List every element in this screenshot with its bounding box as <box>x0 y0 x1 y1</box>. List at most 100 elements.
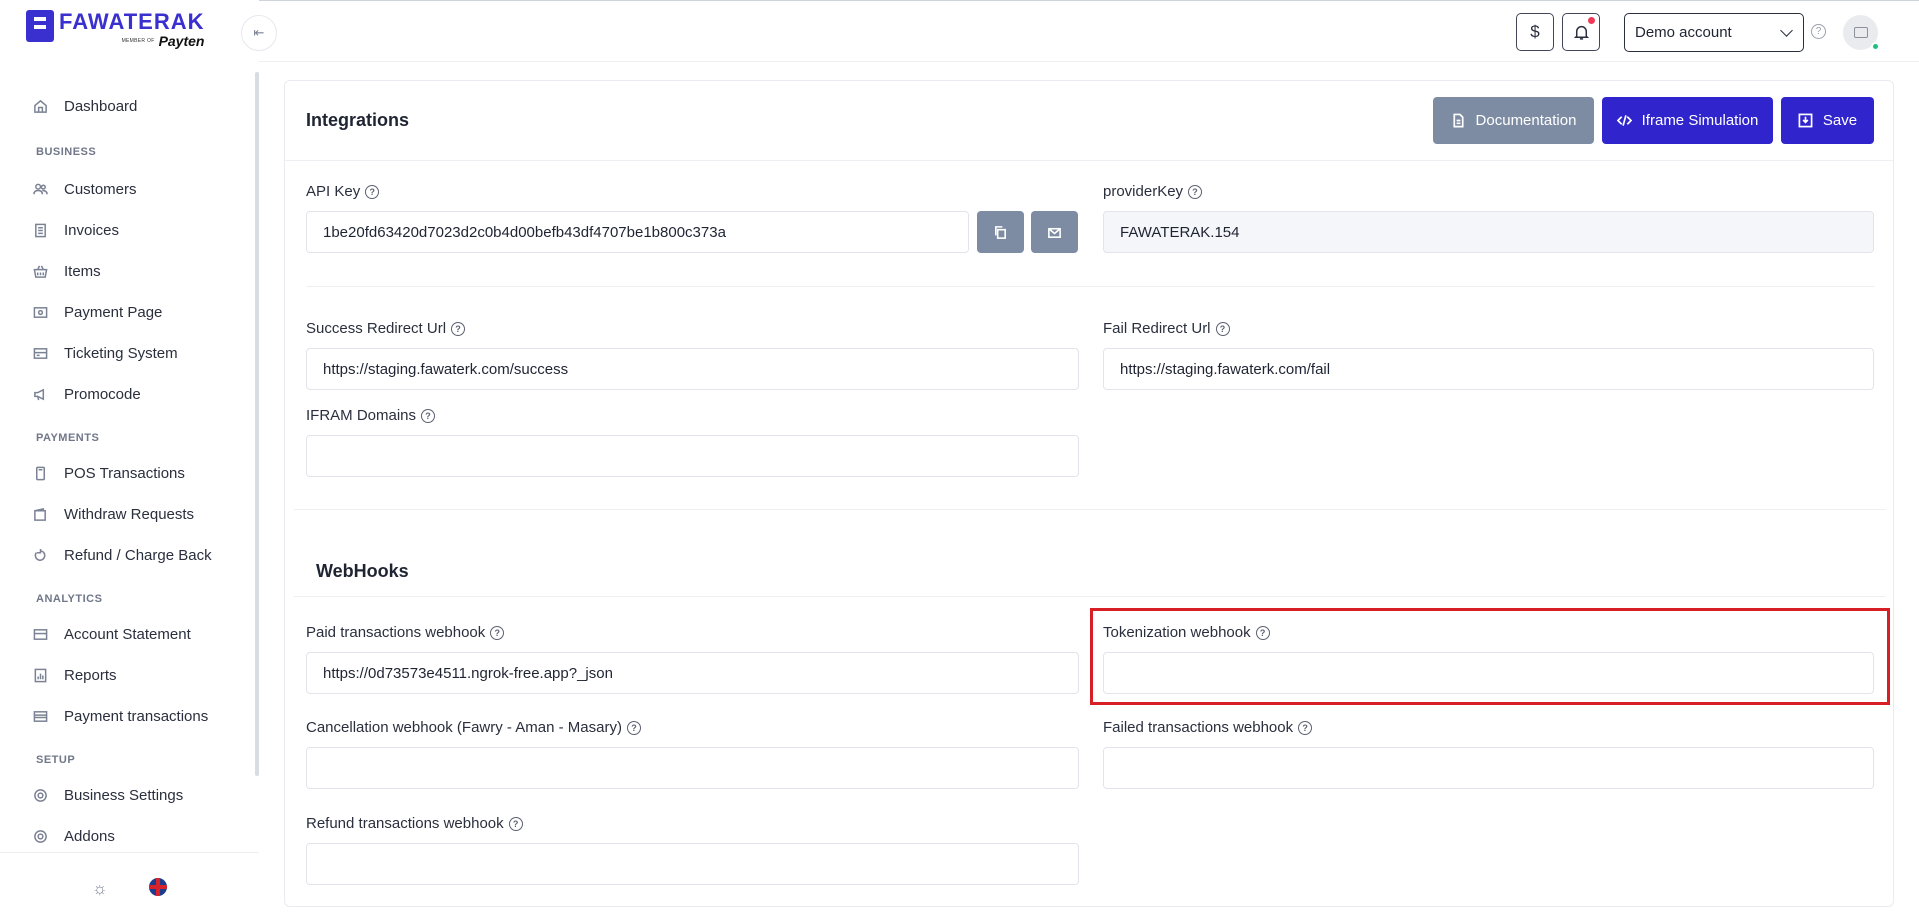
ticket-icon <box>30 343 50 363</box>
statement-icon <box>30 624 50 644</box>
integrations-card: Integrations Documentation Iframe Simula… <box>284 80 1894 907</box>
sidebar-item-label: Addons <box>64 827 115 845</box>
success-url-field[interactable]: https://staging.fawaterk.com/success <box>306 348 1079 390</box>
sidebar-item-customers[interactable]: Customers <box>30 177 137 201</box>
fawaterak-logo[interactable]: FAWATERAK MEMBER OF Payten <box>26 10 204 49</box>
help-icon[interactable]: ? <box>1298 720 1313 735</box>
brand-member-of: MEMBER OF <box>121 38 155 44</box>
theme-toggle-sun-icon[interactable]: ☼ <box>92 879 108 899</box>
sidebar-item-label: Customers <box>64 180 137 198</box>
notification-dot <box>1588 17 1595 24</box>
divider <box>294 596 1886 597</box>
avatar[interactable] <box>1843 15 1880 51</box>
section-business: BUSINESS <box>36 146 97 158</box>
sidebar-item-addons[interactable]: Addons <box>30 824 115 848</box>
sidebar-item-business-settings[interactable]: Business Settings <box>30 783 183 807</box>
documentation-label: Documentation <box>1475 112 1577 129</box>
cancellation-webhook-field[interactable] <box>306 747 1079 789</box>
success-url-label: Success Redirect Url? <box>306 320 466 337</box>
help-icon[interactable]: ? <box>365 184 380 199</box>
help-icon[interactable]: ? <box>451 321 466 336</box>
envelope-icon <box>1048 227 1061 238</box>
sidebar: FAWATERAK MEMBER OF Payten Dashboard BUS… <box>0 0 259 920</box>
sidebar-item-payment-page[interactable]: Payment Page <box>30 300 162 324</box>
brand-partner: Payten <box>158 33 205 49</box>
basket-icon <box>30 261 50 281</box>
failed-webhook-field[interactable] <box>1103 747 1874 789</box>
chevron-down-icon <box>1780 24 1793 37</box>
sidebar-item-label: Refund / Charge Back <box>64 546 212 564</box>
tokenization-highlight-box <box>1090 608 1890 705</box>
reports-icon <box>30 665 50 685</box>
page-title: Integrations <box>306 110 410 130</box>
section-setup: SETUP <box>36 754 76 766</box>
account-select-value: Demo account <box>1635 24 1732 41</box>
notifications-button[interactable] <box>1562 13 1600 51</box>
sidebar-item-invoices[interactable]: Invoices <box>30 218 119 242</box>
sidebar-item-ticketing[interactable]: Ticketing System <box>30 341 178 365</box>
save-button[interactable]: Save <box>1781 97 1874 144</box>
sidebar-item-label: Payment Page <box>64 303 163 321</box>
refund-webhook-field[interactable] <box>306 843 1079 885</box>
sidebar-item-reports[interactable]: Reports <box>30 663 117 687</box>
iframe-simulation-button[interactable]: Iframe Simulation <box>1602 97 1773 144</box>
paid-webhook-field[interactable]: https://0d73573e4511.ngrok-free.app?_jso… <box>306 652 1079 694</box>
language-flag-uk-icon[interactable] <box>149 878 167 896</box>
brand-name: FAWATERAK <box>59 9 205 34</box>
iframe-domains-field[interactable] <box>306 435 1079 477</box>
sidebar-item-label: Items <box>64 262 101 280</box>
sidebar-item-label: Withdraw Requests <box>64 505 195 523</box>
section-payments: PAYMENTS <box>36 432 100 444</box>
collapse-arrow-icon: ⇤ <box>253 25 265 40</box>
logo-mark-icon <box>26 10 54 42</box>
copy-icon <box>995 225 1006 239</box>
help-icon[interactable]: ? <box>421 408 436 423</box>
section-analytics: ANALYTICS <box>36 593 103 605</box>
api-key-value: 1be20fd63420d7023d2c0b4d00befb43df4707be… <box>323 223 726 241</box>
help-icon[interactable]: ? <box>626 720 641 735</box>
addons-icon <box>30 826 50 846</box>
webhooks-title: WebHooks <box>316 561 409 581</box>
sidebar-item-pos-transactions[interactable]: POS Transactions <box>30 461 185 485</box>
sidebar-item-withdraw[interactable]: Withdraw Requests <box>30 502 194 526</box>
payment-page-icon <box>30 302 50 322</box>
fail-url-field[interactable]: https://staging.fawaterk.com/fail <box>1103 348 1874 390</box>
card-icon <box>30 706 50 726</box>
help-icon[interactable]: ? <box>508 816 523 831</box>
api-key-field[interactable]: 1be20fd63420d7023d2c0b4d00befb43df4707be… <box>306 211 969 253</box>
sidebar-item-label: Account Statement <box>64 625 191 643</box>
sidebar-item-promocode[interactable]: Promocode <box>30 382 141 406</box>
documentation-button[interactable]: Documentation <box>1433 97 1594 144</box>
refund-webhook-label: Refund transactions webhook? <box>306 815 523 832</box>
email-api-key-button[interactable] <box>1031 211 1078 253</box>
currency-button[interactable]: $ <box>1516 13 1554 51</box>
failed-webhook-label: Failed transactions webhook? <box>1103 719 1313 736</box>
help-icon[interactable]: ? <box>490 625 505 640</box>
help-icon[interactable]: ? <box>1188 184 1203 199</box>
success-url-value: https://staging.fawaterk.com/success <box>323 360 569 378</box>
sidebar-item-dashboard[interactable]: Dashboard <box>30 94 137 118</box>
help-icon[interactable]: ? <box>1215 321 1230 336</box>
sidebar-item-payment-transactions[interactable]: Payment transactions <box>30 704 208 728</box>
dollar-icon: $ <box>1530 22 1540 41</box>
sidebar-footer: ☼ <box>0 852 259 920</box>
paid-webhook-value: https://0d73573e4511.ngrok-free.app?_jso… <box>323 664 613 682</box>
account-select[interactable]: Demo account <box>1624 13 1804 52</box>
sidebar-item-refund[interactable]: Refund / Charge Back <box>30 543 212 567</box>
provider-key-field[interactable]: FAWATERAK.154 <box>1103 211 1874 253</box>
cancellation-webhook-label: Cancellation webhook (Fawry - Aman - Mas… <box>306 719 641 736</box>
fail-url-label: Fail Redirect Url? <box>1103 320 1230 337</box>
code-icon <box>1616 115 1632 126</box>
api-key-label: API Key? <box>306 183 380 200</box>
sidebar-scrollbar[interactable] <box>255 72 259 776</box>
collapse-sidebar-button[interactable]: ⇤ <box>241 15 277 51</box>
copy-api-key-button[interactable] <box>977 211 1024 253</box>
sidebar-item-items[interactable]: Items <box>30 259 101 283</box>
divider <box>306 286 1874 287</box>
gear-icon <box>30 785 50 805</box>
sidebar-item-account-statement[interactable]: Account Statement <box>30 622 191 646</box>
iframe-domains-label: IFRAM Domains? <box>306 407 436 424</box>
help-icon[interactable]: ? <box>1811 24 1826 39</box>
sidebar-item-label: POS Transactions <box>64 464 185 482</box>
sidebar-item-label: Payment transactions <box>64 707 209 725</box>
